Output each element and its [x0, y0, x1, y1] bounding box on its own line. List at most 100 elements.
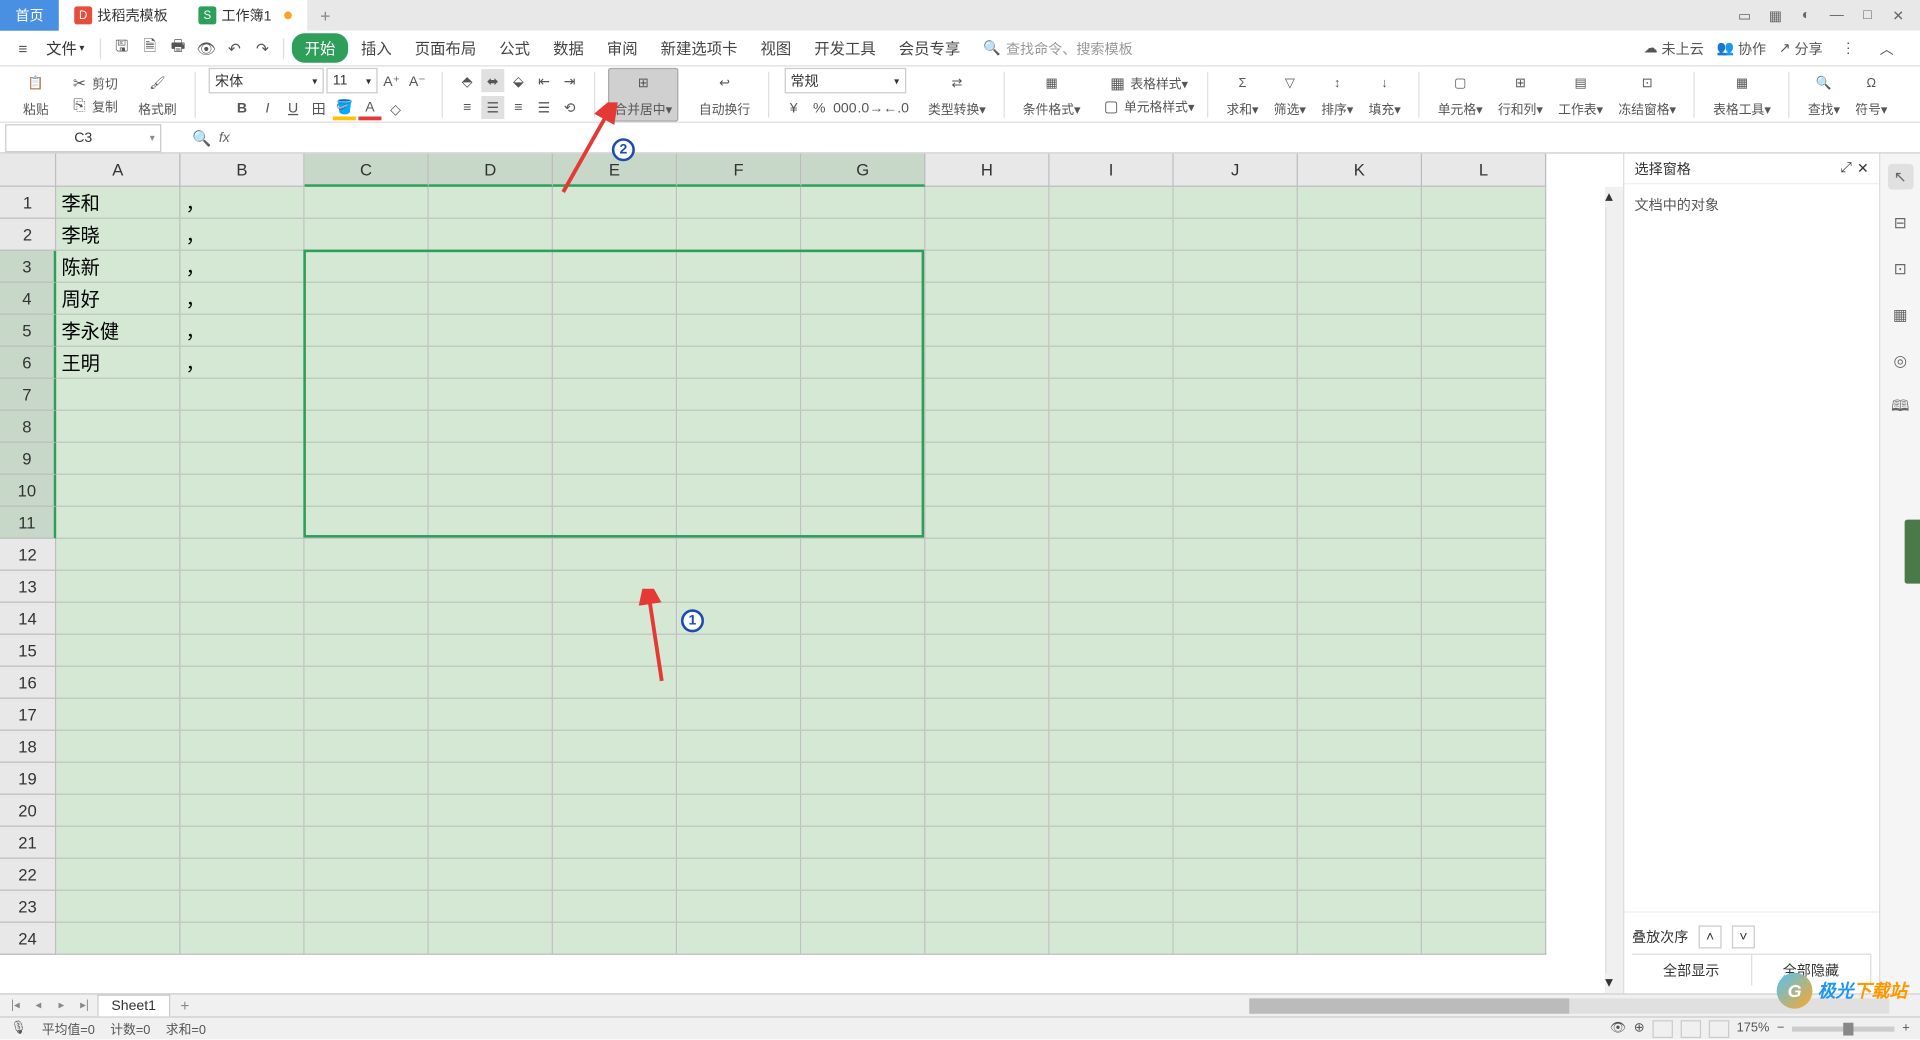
cell-G7[interactable] [801, 379, 925, 411]
cell-C22[interactable] [305, 859, 429, 891]
align-middle-button[interactable]: ⬌ [481, 69, 504, 92]
tab-workbook[interactable]: S 工作簿1 [183, 0, 307, 31]
cell-D19[interactable] [429, 763, 553, 795]
cell-K4[interactable] [1298, 283, 1422, 315]
cell-C14[interactable] [305, 603, 429, 635]
cell-L12[interactable] [1422, 539, 1546, 571]
cell-H7[interactable] [925, 379, 1049, 411]
name-box[interactable]: C3 [5, 124, 161, 152]
cell-G19[interactable] [801, 763, 925, 795]
cell-A22[interactable] [56, 859, 180, 891]
cell-E5[interactable] [553, 315, 677, 347]
properties-icon[interactable]: ⊡ [1887, 256, 1913, 282]
cell-B18[interactable] [180, 731, 304, 763]
row-header-12[interactable]: 12 [0, 539, 56, 571]
cell-A19[interactable] [56, 763, 180, 795]
cell-D1[interactable] [429, 187, 553, 219]
cell-A5[interactable]: 李永健 [56, 315, 180, 347]
row-header-14[interactable]: 14 [0, 603, 56, 635]
cell-J12[interactable] [1174, 539, 1298, 571]
cell-H1[interactable] [925, 187, 1049, 219]
cell-D14[interactable] [429, 603, 553, 635]
cell-D10[interactable] [429, 475, 553, 507]
cell-G17[interactable] [801, 699, 925, 731]
col-header-F[interactable]: F [677, 154, 801, 187]
cell-H8[interactable] [925, 411, 1049, 443]
cell-K23[interactable] [1298, 891, 1422, 923]
cell-C20[interactable] [305, 795, 429, 827]
cell-C21[interactable] [305, 827, 429, 859]
cell-F2[interactable] [677, 219, 801, 251]
col-header-A[interactable]: A [56, 154, 180, 187]
cell-E4[interactable] [553, 283, 677, 315]
format-painter-button[interactable]: 🖌 格式刷 [133, 68, 182, 119]
sheet-tab-1[interactable]: Sheet1 [97, 995, 170, 1017]
cell-L20[interactable] [1422, 795, 1546, 827]
cell-B16[interactable] [180, 667, 304, 699]
cell-C3[interactable] [305, 251, 429, 283]
font-color-button[interactable]: A [358, 97, 381, 120]
close-button[interactable]: ✕ [1884, 3, 1912, 29]
cell-I4[interactable] [1050, 283, 1174, 315]
cell-G3[interactable] [801, 251, 925, 283]
cell-G21[interactable] [801, 827, 925, 859]
cell-C11[interactable] [305, 507, 429, 539]
cell-D6[interactable] [429, 347, 553, 379]
cell-B12[interactable] [180, 539, 304, 571]
cell-H21[interactable] [925, 827, 1049, 859]
cell-K6[interactable] [1298, 347, 1422, 379]
row-header-5[interactable]: 5 [0, 315, 56, 347]
row-header-21[interactable]: 21 [0, 827, 56, 859]
cell-D8[interactable] [429, 411, 553, 443]
cell-J15[interactable] [1174, 635, 1298, 667]
cell-L16[interactable] [1422, 667, 1546, 699]
cell-H4[interactable] [925, 283, 1049, 315]
cell-J14[interactable] [1174, 603, 1298, 635]
cell-H24[interactable] [925, 923, 1049, 955]
cell-B11[interactable] [180, 507, 304, 539]
search-fx-icon[interactable]: 🔍 [192, 129, 211, 147]
cell-I15[interactable] [1050, 635, 1174, 667]
cell-I2[interactable] [1050, 219, 1174, 251]
percent-button[interactable]: % [808, 97, 831, 120]
cell-L2[interactable] [1422, 219, 1546, 251]
cell-B9[interactable] [180, 443, 304, 475]
new-tab-button[interactable]: + [307, 5, 343, 25]
cell-D2[interactable] [429, 219, 553, 251]
cell-F3[interactable] [677, 251, 801, 283]
cell-E18[interactable] [553, 731, 677, 763]
cell-J17[interactable] [1174, 699, 1298, 731]
row-header-15[interactable]: 15 [0, 635, 56, 667]
col-header-E[interactable]: E [553, 154, 677, 187]
cell-K21[interactable] [1298, 827, 1422, 859]
cell-G15[interactable] [801, 635, 925, 667]
cell-B17[interactable] [180, 699, 304, 731]
minimize-button[interactable]: — [1823, 3, 1851, 29]
cell-G23[interactable] [801, 891, 925, 923]
cell-B23[interactable] [180, 891, 304, 923]
cell-F23[interactable] [677, 891, 801, 923]
collapse-handle[interactable] [1905, 520, 1920, 584]
cell-E19[interactable] [553, 763, 677, 795]
cell-I10[interactable] [1050, 475, 1174, 507]
wrap-text-button[interactable]: ↩ 自动换行 [694, 68, 755, 119]
cell-format-button[interactable]: ▢单元格样式▾ [1101, 95, 1194, 115]
cell-G22[interactable] [801, 859, 925, 891]
cell-F8[interactable] [677, 411, 801, 443]
cell-E24[interactable] [553, 923, 677, 955]
grid-mode-icon[interactable]: ⊕ [1634, 1021, 1645, 1035]
cloud-status[interactable]: ☁未上云 [1644, 38, 1704, 58]
cell-E12[interactable] [553, 539, 677, 571]
location-icon[interactable]: ◎ [1887, 348, 1913, 374]
cell-C15[interactable] [305, 635, 429, 667]
cell-L1[interactable] [1422, 187, 1546, 219]
tab-home[interactable]: 首页 [0, 0, 59, 31]
cell-K17[interactable] [1298, 699, 1422, 731]
row-header-11[interactable]: 11 [0, 507, 56, 539]
cell-L11[interactable] [1422, 507, 1546, 539]
align-bottom-button[interactable]: ⬙ [507, 69, 530, 92]
cell-L22[interactable] [1422, 859, 1546, 891]
cell-I16[interactable] [1050, 667, 1174, 699]
cell-E16[interactable] [553, 667, 677, 699]
cell-I5[interactable] [1050, 315, 1174, 347]
